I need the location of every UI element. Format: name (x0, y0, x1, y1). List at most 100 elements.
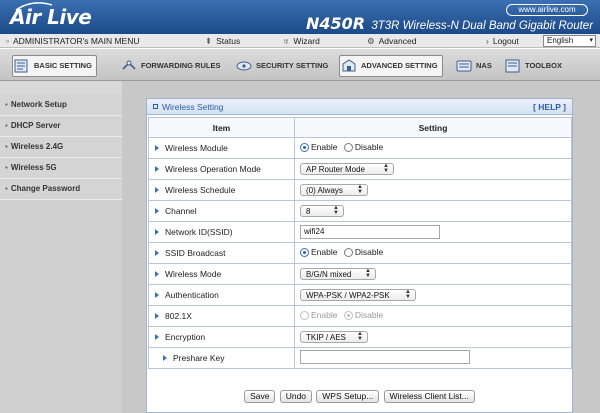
ssid-broadcast-disable-radio[interactable]: Disable (343, 247, 383, 257)
security-icon (235, 59, 253, 73)
wireless-client-list-button[interactable]: Wireless Client List... (383, 390, 475, 403)
triangle-right-icon (155, 250, 159, 256)
model-description: 3T3R Wireless-N Dual Band Gigabit Router (371, 20, 594, 32)
status-icon: ⇞ (205, 36, 213, 46)
wireless-setting-panel: Wireless Setting [ HELP ] Item Setting W… (146, 98, 573, 413)
ssid-input[interactable]: wifi24 (300, 225, 440, 239)
header-banner: Air Live www.airlive.com N450R 3T3R Wire… (0, 0, 600, 34)
triangle-right-icon (155, 208, 159, 214)
updown-arrows-icon: ▲ ▼ (365, 268, 371, 279)
table-header-row: Item Setting (148, 117, 572, 138)
channel-select[interactable]: 8 ▲ ▼ (300, 205, 344, 217)
tab-advanced-setting[interactable]: ADVANCED SETTING (339, 55, 443, 77)
sidebar-item-dhcp-server[interactable]: ▪ DHCP Server (0, 116, 122, 137)
wireless-mode-select[interactable]: B/G/N mixed ▲ ▼ (300, 268, 376, 280)
settings-table: Item Setting Wireless Module Enable Disa… (148, 117, 572, 369)
radio-selected-icon (300, 142, 309, 152)
radio-empty-icon (343, 247, 353, 257)
toolbox-icon (504, 59, 522, 73)
triangle-right-icon (155, 292, 159, 298)
help-link[interactable]: [ HELP ] (533, 102, 566, 112)
8021x-enable-radio[interactable]: Enable (300, 310, 337, 320)
panel-header: Wireless Setting [ HELP ] (147, 99, 572, 115)
square-icon (153, 104, 158, 109)
undo-button[interactable]: Undo (279, 390, 313, 403)
airlive-logo: Air Live (10, 2, 92, 30)
table-row: Authentication WPA-PSK / WPA2-PSK ▲ ▼ (148, 284, 572, 306)
advanced-setting-icon (340, 59, 358, 73)
main-content: Wireless Setting [ HELP ] Item Setting W… (122, 81, 600, 413)
table-row: SSID Broadcast Enable Disable (148, 242, 572, 264)
main-menu-bar: ▫ ADMINISTRATOR's MAIN MENU ⇞ Status ♅ Wiza… (0, 34, 600, 48)
column-header-item: Item (148, 117, 295, 138)
model-title: N450R 3T3R Wireless-N Dual Band Gigabit … (306, 14, 593, 33)
button-row: Save Undo WPS Setup... Wireless Client L… (147, 390, 572, 403)
menu-status[interactable]: ⇞ Status (205, 34, 240, 48)
model-name: N450R (306, 14, 366, 33)
tab-security-setting[interactable]: SECURITY SETTING (235, 55, 328, 77)
operation-mode-select[interactable]: AP Router Mode ▲ ▼ (300, 163, 394, 175)
triangle-right-icon (155, 271, 159, 277)
schedule-select[interactable]: (0) Always ▲ ▼ (300, 184, 368, 196)
column-header-setting: Setting (294, 117, 572, 138)
encryption-select[interactable]: TKIP / AES ▲ ▼ (300, 331, 368, 343)
save-button[interactable]: Save (244, 390, 276, 403)
table-row: Network ID(SSID) wifi24 (148, 221, 572, 243)
radio-empty-icon (343, 142, 353, 152)
sidebar-item-network-setup[interactable]: ▪ Network Setup (0, 95, 122, 116)
triangle-right-icon (155, 334, 159, 340)
bullet-icon: ▪ (5, 121, 8, 130)
sidebar-item-change-password[interactable]: ▪ Change Password (0, 179, 122, 200)
radio-selected-icon (300, 247, 309, 257)
triangle-right-icon (163, 355, 167, 361)
table-row: Wireless Schedule (0) Always ▲ ▼ (148, 179, 572, 201)
8021x-disable-radio[interactable]: Disable (343, 310, 383, 320)
updown-arrows-icon: ▲ ▼ (333, 205, 339, 216)
table-row: Wireless Operation Mode AP Router Mode ▲ ▼ (148, 158, 572, 180)
wizard-icon: ♅ (283, 36, 290, 46)
table-row: Channel 8 ▲ ▼ (148, 200, 572, 222)
table-row: Preshare Key (148, 347, 572, 369)
table-row: Encryption TKIP / AES ▲ ▼ (148, 326, 572, 348)
menu-advanced[interactable]: ⚙ Advanced (367, 34, 416, 48)
tab-nas[interactable]: NAS (455, 55, 492, 77)
chevron-down-icon: ▾ (589, 37, 593, 44)
triangle-right-icon (155, 166, 159, 172)
updown-arrows-icon: ▲ ▼ (383, 163, 389, 174)
bullet-icon: ▪ (5, 163, 8, 172)
tab-forwarding-rules[interactable]: FORWARDING RULES (120, 55, 220, 77)
sidebar-item-wireless-5g[interactable]: ▪ Wireless 5G (0, 158, 122, 179)
tab-toolbox[interactable]: TOOLBOX (504, 55, 562, 77)
menu-logout[interactable]: › Logout (486, 34, 519, 48)
updown-arrows-icon: ▲ ▼ (357, 331, 363, 342)
tab-basic-setting[interactable]: BASIC SETTING (12, 55, 97, 77)
menu-wizard[interactable]: ♅ Wizard (283, 34, 320, 48)
updown-arrows-icon: ▲ ▼ (405, 289, 411, 300)
basic-setting-icon (13, 59, 31, 73)
sidebar: ▪ Network Setup ▪ DHCP Server ▪ Wireless 2.… (0, 81, 122, 413)
logo-swoosh-icon (15, 2, 53, 11)
authentication-select[interactable]: WPA-PSK / WPA2-PSK ▲ ▼ (300, 289, 416, 301)
language-select[interactable]: English ▾ (543, 35, 596, 47)
preshare-key-input[interactable] (300, 350, 470, 364)
wireless-module-enable-radio[interactable]: Enable (300, 142, 337, 152)
ssid-broadcast-enable-radio[interactable]: Enable (300, 247, 337, 257)
arrow-right-icon: › (486, 36, 489, 46)
wireless-module-disable-radio[interactable]: Disable (343, 142, 383, 152)
panel-title: Wireless Setting (153, 102, 223, 112)
wps-setup-button[interactable]: WPS Setup... (316, 390, 380, 403)
bullet-icon: ▪ (5, 184, 8, 193)
radio-selected-icon (343, 310, 353, 320)
triangle-right-icon (155, 187, 159, 193)
updown-arrows-icon: ▲ ▼ (357, 184, 363, 195)
table-row: Wireless Module Enable Disable (148, 137, 572, 159)
bullet-icon: ▪ (5, 142, 8, 151)
triangle-right-icon (155, 145, 159, 151)
menu-admin[interactable]: ▫ ADMINISTRATOR's MAIN MENU (6, 34, 139, 48)
table-row: Wireless Mode B/G/N mixed ▲ ▼ (148, 263, 572, 285)
nas-icon (455, 59, 473, 73)
sidebar-item-wireless-24g[interactable]: ▪ Wireless 2.4G (0, 137, 122, 158)
advanced-icon: ⚙ (367, 36, 375, 46)
tab-bar: BASIC SETTING FORWARDING RULES SECURITY … (0, 49, 600, 81)
bullet-icon: ▪ (5, 100, 8, 109)
